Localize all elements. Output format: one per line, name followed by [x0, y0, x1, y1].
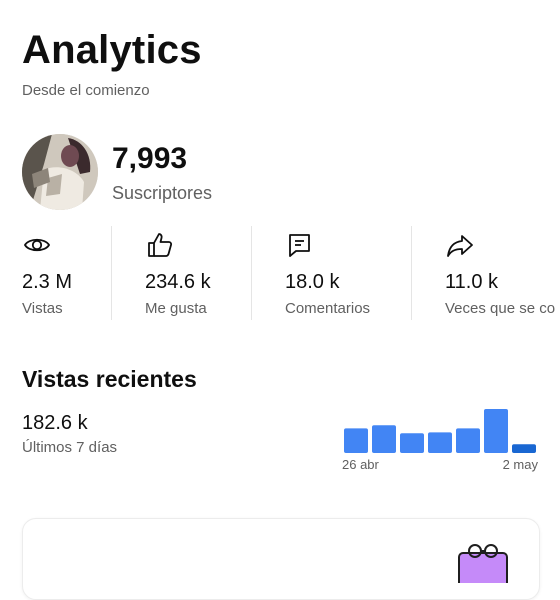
recent-views-chart[interactable]: 26 abr 2 may — [340, 395, 540, 473]
chart-bar[interactable] — [484, 409, 508, 453]
eye-icon — [23, 238, 51, 252]
stat-label: Veces que se co — [445, 300, 556, 317]
chart-tick-label: 26 abr — [342, 457, 380, 472]
thumbs-up-icon — [148, 233, 173, 257]
stat-divider — [411, 226, 412, 320]
chart-bar[interactable] — [456, 428, 480, 453]
stat-label: Me gusta — [145, 300, 207, 317]
chart-bar[interactable] — [400, 433, 424, 453]
recent-views-period: Últimos 7 días — [22, 439, 118, 456]
illustration-icon — [458, 544, 508, 583]
page-subtitle: Desde el comienzo — [22, 82, 150, 99]
insight-card[interactable] — [22, 518, 540, 600]
stat-divider — [251, 226, 252, 320]
chart-bar[interactable] — [372, 425, 396, 453]
stat-value: 2.3 M — [22, 271, 73, 293]
chart-bar[interactable] — [344, 428, 368, 453]
subscriber-label: Suscriptores — [112, 183, 213, 203]
chart-bar[interactable] — [428, 432, 452, 453]
stat-label: Vistas — [22, 300, 63, 317]
stat-value: 234.6 k — [145, 271, 211, 293]
chart-bar[interactable] — [512, 444, 536, 453]
stat-label: Comentarios — [285, 300, 371, 317]
chart-tick-label: 2 may — [503, 457, 539, 472]
subscriber-count: 7,993 — [112, 142, 188, 175]
recent-views-value: 182.6 k — [22, 412, 88, 434]
stat-value: 18.0 k — [285, 271, 340, 293]
recent-views-title: Vistas recientes — [22, 366, 197, 392]
share-icon — [447, 235, 473, 257]
channel-avatar[interactable] — [22, 134, 98, 210]
avatar-image — [22, 134, 98, 210]
page-title: Analytics — [22, 28, 202, 72]
comment-icon — [289, 234, 310, 257]
stat-divider — [111, 226, 112, 320]
stat-value: 11.0 k — [445, 271, 498, 293]
